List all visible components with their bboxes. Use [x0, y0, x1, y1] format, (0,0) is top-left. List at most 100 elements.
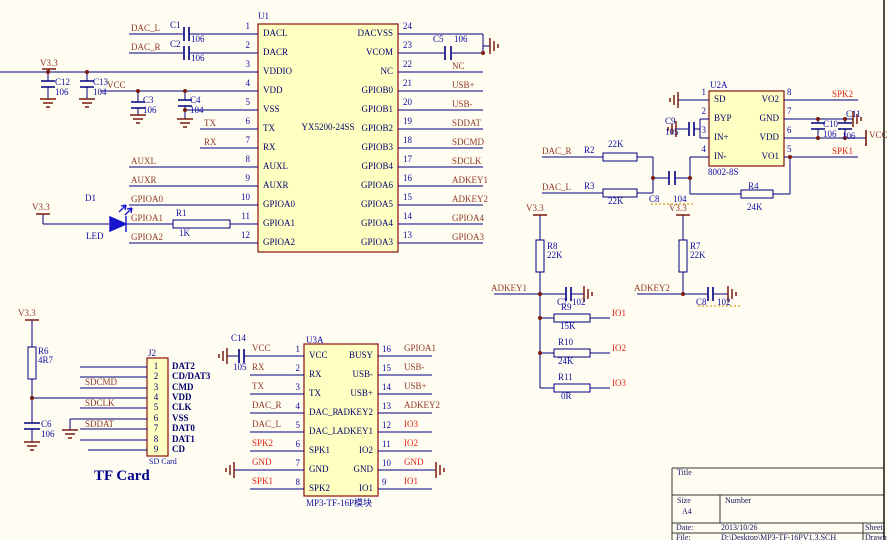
- pin-name-vddio: VDDIO: [263, 67, 292, 76]
- val-106: 106: [454, 35, 468, 44]
- pin-num-11: 11: [241, 212, 250, 221]
- val-4r7: 4R7: [38, 356, 53, 365]
- ref-r2: R2: [584, 146, 595, 155]
- pin-num-6: 6: [787, 126, 792, 135]
- val-24k: 24K: [747, 203, 763, 212]
- pin-num-9: 9: [154, 445, 159, 454]
- val-15k: 15K: [560, 322, 576, 331]
- pin-num-8: 8: [246, 155, 251, 164]
- pin-name-dac-l: DAC_L: [309, 427, 338, 436]
- pin-num-14: 14: [403, 212, 412, 221]
- pin-name-usb: USB+: [350, 389, 373, 398]
- net-label-rx: RX: [204, 138, 217, 147]
- ref-r3: R3: [584, 182, 595, 191]
- schematic-sheet: U1YX5200-24SSDACLDACRVDDIOVDDVSSTXRXAUXL…: [0, 0, 889, 540]
- net-label-vcc: VCC: [869, 131, 888, 140]
- pin-num-5: 5: [246, 98, 251, 107]
- net-label-auxl: AUXL: [131, 157, 156, 166]
- val-105: 105: [665, 128, 679, 137]
- pin-name-in: IN+: [714, 133, 729, 142]
- pin-num-2: 2: [296, 364, 301, 373]
- pin-num-23: 23: [403, 41, 412, 50]
- pin-name-rx: RX: [263, 143, 276, 152]
- pin-num-6: 6: [246, 117, 251, 126]
- val-106: 106: [55, 88, 69, 97]
- ref-d1: D1: [85, 194, 96, 203]
- net-label-adkey1: ADKEY1: [452, 176, 488, 185]
- pin-num-5: 5: [296, 421, 301, 430]
- part-mp3-tf-16p: MP3-TF-16P模块: [306, 499, 372, 508]
- pin-num-15: 15: [382, 364, 391, 373]
- pin-name-gpiob4: GPIOB4: [361, 162, 393, 171]
- val-105: 105: [233, 363, 247, 372]
- net-label-gpioa0: GPIOA0: [131, 195, 163, 204]
- pin-name-gpiob0: GPIOB0: [361, 86, 393, 95]
- pin-name-dac-r: DAC_R: [309, 408, 339, 417]
- pin-num-14: 14: [382, 383, 391, 392]
- pin-num-3: 3: [296, 383, 301, 392]
- pin-name-vdd: VDD: [760, 133, 780, 142]
- net-label-sddat: SDDAT: [452, 119, 481, 128]
- pin-num-2: 2: [154, 372, 159, 381]
- val-22k: 22K: [608, 140, 624, 149]
- pin-name-gpioa2: GPIOA2: [263, 238, 295, 247]
- net-label-spk2: SPK2: [252, 439, 273, 448]
- pin-name-gnd: GND: [309, 465, 329, 474]
- val-22k: 22K: [608, 197, 624, 206]
- pin-name-adkey2: ADKEY2: [337, 408, 373, 417]
- net-label-dac-r: DAC_R: [542, 147, 572, 156]
- ref-c2: C2: [170, 40, 181, 49]
- net-label-sdcmd: SDCMD: [85, 378, 117, 387]
- pin-name-spk1: SPK1: [309, 446, 330, 455]
- pin-num-16: 16: [382, 345, 391, 354]
- pin-name-vcc: VCC: [309, 351, 328, 360]
- ref-r4: R4: [748, 182, 759, 191]
- pin-name-gpioa1: GPIOA1: [263, 219, 295, 228]
- val-106: 106: [41, 430, 55, 439]
- ref-c11: C11: [846, 110, 861, 119]
- date-label: Date:: [676, 524, 693, 532]
- pin-num-4: 4: [246, 79, 251, 88]
- pin-num-7: 7: [154, 424, 159, 433]
- pin-num-6: 6: [296, 440, 301, 449]
- val-106: 106: [191, 35, 205, 44]
- ref-u2a: U2A: [710, 81, 728, 90]
- date-value: 2013/10/26: [721, 524, 757, 532]
- val-24k: 24K: [558, 357, 574, 366]
- pin-name-vdd: VDD: [263, 86, 283, 95]
- pin-name-busy: BUSY: [349, 351, 373, 360]
- net-label-dac-l: DAC_L: [252, 420, 281, 429]
- schematic-canvas: [0, 0, 889, 540]
- pin-num-1: 1: [296, 345, 301, 354]
- net-label-io3: IO3: [612, 379, 626, 388]
- pin-name-auxr: AUXR: [263, 181, 289, 190]
- net-label-dac-l: DAC_L: [542, 183, 571, 192]
- pin-name-clk: CLK: [172, 403, 192, 412]
- pin-name-dacl: DACL: [263, 29, 288, 38]
- net-label-sdclk: SDCLK: [452, 157, 482, 166]
- pin-num-9: 9: [246, 174, 251, 183]
- pin-num-3: 3: [246, 60, 251, 69]
- pin-name-dat0: DAT0: [172, 424, 195, 433]
- net-label-adkey2: ADKEY2: [452, 195, 488, 204]
- val-22k: 22K: [690, 251, 706, 260]
- pin-num-8: 8: [787, 88, 792, 97]
- led-icon[interactable]: [110, 205, 132, 232]
- sheet-label: Sheet: [865, 524, 883, 532]
- pin-num-22: 22: [403, 60, 412, 69]
- drawn-label: Drawn: [865, 534, 887, 540]
- net-label-adkey1: ADKEY1: [491, 284, 527, 293]
- pin-name-spk2: SPK2: [309, 484, 330, 493]
- pin-name-gpioa3: GPIOA3: [361, 238, 393, 247]
- pin-name-gpiob3: GPIOB3: [361, 143, 393, 152]
- ref-r10: R10: [558, 338, 573, 347]
- pin-num-2: 2: [702, 107, 707, 116]
- pin-name-dacr: DACR: [263, 48, 288, 57]
- net-label-vcc: VCC: [107, 81, 126, 90]
- net-label-spk2: SPK2: [832, 90, 853, 99]
- net-label-sdcmd: SDCMD: [452, 138, 484, 147]
- pin-name-io1: IO1: [359, 484, 373, 493]
- net-label-auxr: AUXR: [131, 176, 157, 185]
- component-bodies: [147, 24, 784, 496]
- part-sd-card: SD Card: [149, 458, 177, 466]
